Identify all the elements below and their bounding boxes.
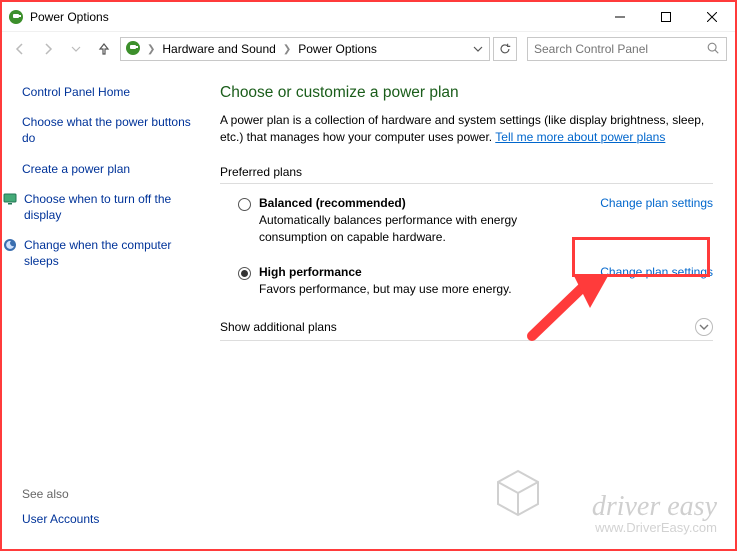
plan-high-performance: High performance Favors performance, but…: [220, 265, 713, 298]
balanced-description: Automatically balances performance with …: [259, 212, 573, 246]
tell-me-more-link[interactable]: Tell me more about power plans: [495, 130, 665, 144]
see-also-section: See also User Accounts: [22, 487, 202, 539]
balanced-title[interactable]: Balanced (recommended): [259, 196, 573, 210]
computer-sleeps-link[interactable]: Change when the computer sleeps: [24, 237, 202, 269]
maximize-button[interactable]: [643, 2, 689, 31]
plan-balanced: Balanced (recommended) Automatically bal…: [220, 196, 713, 246]
high-performance-radio[interactable]: [238, 267, 251, 280]
choose-power-buttons-link[interactable]: Choose what the power buttons do: [22, 114, 202, 146]
high-performance-title[interactable]: High performance: [259, 265, 573, 279]
create-power-plan-link[interactable]: Create a power plan: [22, 161, 202, 177]
chevron-right-icon[interactable]: ❯: [145, 44, 157, 55]
chevron-right-icon[interactable]: ❯: [281, 44, 293, 55]
search-input[interactable]: [532, 41, 706, 57]
minimize-button[interactable]: [597, 2, 643, 31]
show-additional-label: Show additional plans: [220, 320, 695, 334]
forward-button[interactable]: [36, 37, 60, 61]
address-bar[interactable]: ❯ Hardware and Sound ❯ Power Options: [120, 37, 490, 61]
page-heading: Choose or customize a power plan: [220, 84, 713, 102]
control-panel-home-link[interactable]: Control Panel Home: [22, 84, 202, 100]
power-options-icon: [8, 9, 24, 25]
see-also-label: See also: [22, 487, 202, 501]
main-panel: Choose or customize a power plan A power…: [212, 66, 735, 549]
sidebar: Control Panel Home Choose what the power…: [2, 66, 212, 549]
display-off-icon: [2, 191, 18, 207]
high-performance-change-settings-link[interactable]: Change plan settings: [600, 265, 713, 279]
computer-sleep-icon: [2, 237, 18, 253]
back-button[interactable]: [8, 37, 32, 61]
refresh-button[interactable]: [493, 37, 517, 61]
content-area: Control Panel Home Choose what the power…: [2, 66, 735, 549]
power-options-icon: [125, 40, 141, 59]
balanced-change-settings-link[interactable]: Change plan settings: [600, 196, 713, 210]
search-icon[interactable]: [706, 41, 722, 57]
up-button[interactable]: [92, 37, 116, 61]
recent-locations-button[interactable]: [64, 37, 88, 61]
window-title: Power Options: [30, 10, 109, 24]
titlebar: Power Options: [2, 2, 735, 32]
window-controls: [597, 2, 735, 31]
turn-off-display-link[interactable]: Choose when to turn off the display: [24, 191, 202, 223]
page-description: A power plan is a collection of hardware…: [220, 112, 713, 147]
breadcrumb-power-options[interactable]: Power Options: [297, 41, 378, 57]
close-button[interactable]: [689, 2, 735, 31]
chevron-down-icon[interactable]: [469, 39, 487, 59]
balanced-radio[interactable]: [238, 198, 251, 211]
show-additional-plans-row[interactable]: Show additional plans: [220, 318, 713, 341]
high-performance-description: Favors performance, but may use more ene…: [259, 281, 573, 298]
search-box[interactable]: [527, 37, 727, 61]
user-accounts-link[interactable]: User Accounts: [22, 511, 202, 527]
expand-additional-plans-button[interactable]: [695, 318, 713, 336]
nav-row: ❯ Hardware and Sound ❯ Power Options: [2, 32, 735, 66]
breadcrumb-hardware-and-sound[interactable]: Hardware and Sound: [161, 41, 276, 57]
preferred-plans-label: Preferred plans: [220, 165, 713, 184]
